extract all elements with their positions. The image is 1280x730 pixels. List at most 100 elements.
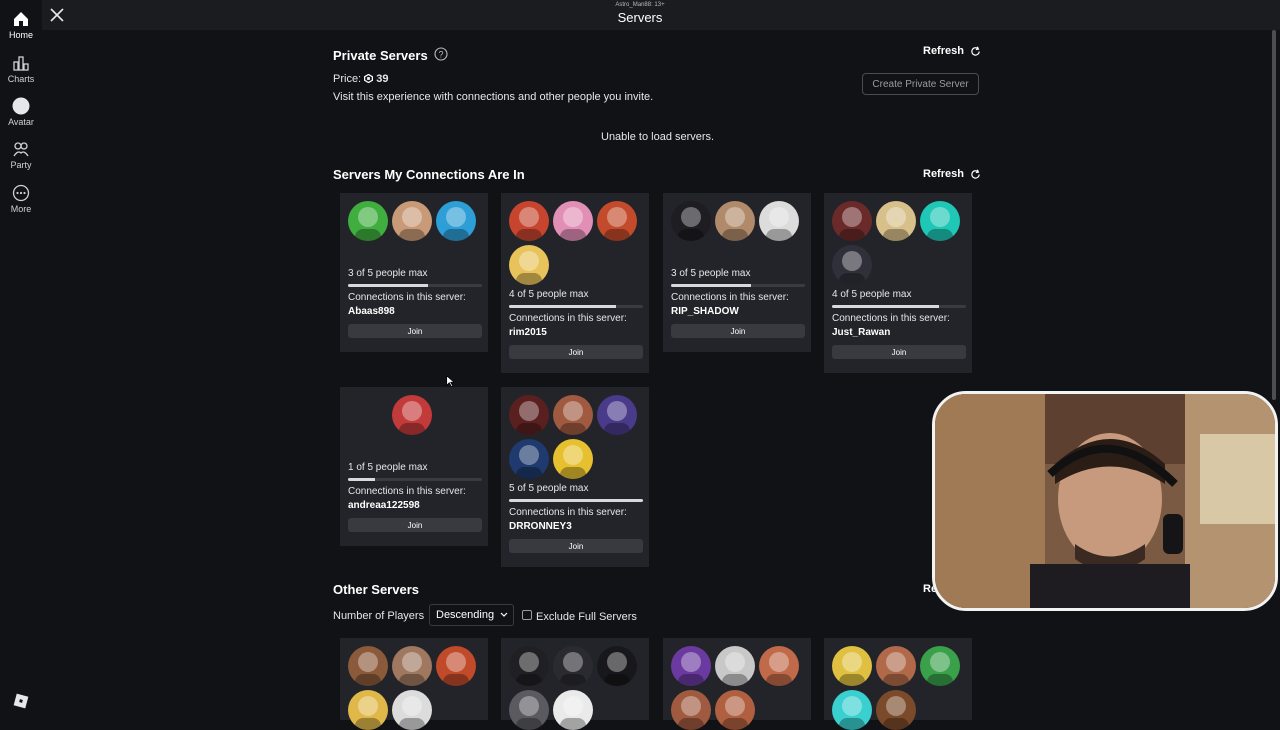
help-icon[interactable]: ?: [434, 47, 448, 61]
server-capacity: 4 of 5 people max: [509, 289, 589, 300]
player-avatar[interactable]: [671, 690, 711, 730]
player-avatar[interactable]: [597, 201, 637, 241]
player-avatar[interactable]: [671, 201, 711, 241]
sidebar-item-charts[interactable]: Charts: [0, 54, 42, 84]
player-avatar[interactable]: [920, 646, 960, 686]
player-avatar[interactable]: [392, 690, 432, 730]
player-avatar[interactable]: [509, 439, 549, 479]
connections-label: Connections in this server:: [509, 507, 627, 518]
join-button[interactable]: Join: [832, 345, 966, 359]
player-avatar[interactable]: [920, 201, 960, 241]
servers-error-message: Unable to load servers.: [601, 131, 715, 143]
sidebar-item-label: Avatar: [8, 117, 34, 127]
price-row: Price: 39: [333, 73, 389, 85]
player-avatar[interactable]: [509, 690, 549, 730]
more-icon: [12, 184, 30, 202]
player-avatar[interactable]: [832, 690, 872, 730]
capacity-bar-fill: [348, 284, 429, 287]
player-avatar[interactable]: [715, 690, 755, 730]
webcam-overlay: [932, 391, 1278, 611]
server-capacity: 3 of 5 people max: [671, 268, 751, 279]
close-button[interactable]: [46, 4, 68, 26]
sidebar-item-home[interactable]: Home: [0, 10, 42, 40]
player-avatar[interactable]: [392, 646, 432, 686]
join-button[interactable]: Join: [509, 345, 643, 359]
connections-label: Connections in this server:: [509, 313, 627, 324]
sort-order-dropdown[interactable]: Descending: [429, 604, 514, 626]
player-avatar[interactable]: [597, 646, 637, 686]
player-avatar[interactable]: [436, 201, 476, 241]
player-avatar[interactable]: [553, 395, 593, 435]
player-avatar[interactable]: [553, 439, 593, 479]
connection-name[interactable]: Just_Rawan: [832, 327, 890, 338]
capacity-bar-fill: [509, 499, 643, 502]
sidebar-item-party[interactable]: Party: [0, 140, 42, 170]
connection-name[interactable]: rim2015: [509, 327, 547, 338]
refresh-label: Refresh: [923, 45, 964, 57]
player-avatar[interactable]: [509, 646, 549, 686]
player-avatar[interactable]: [671, 646, 711, 686]
capacity-bar: [348, 284, 482, 287]
other-server-card: [340, 638, 488, 730]
sidebar-item-more[interactable]: More: [0, 184, 42, 214]
scrollbar[interactable]: [1272, 30, 1278, 720]
player-avatar[interactable]: [509, 201, 549, 241]
charts-icon: [13, 56, 29, 71]
player-avatar[interactable]: [759, 646, 799, 686]
player-avatar[interactable]: [597, 395, 637, 435]
sidebar-item-avatar[interactable]: Avatar: [0, 97, 42, 127]
player-avatar[interactable]: [392, 395, 432, 435]
player-avatar[interactable]: [715, 646, 755, 686]
join-button[interactable]: Join: [348, 324, 482, 338]
player-avatar[interactable]: [436, 646, 476, 686]
refresh-icon: [971, 168, 980, 179]
connection-name[interactable]: DRRONNEY3: [509, 521, 572, 532]
capacity-bar: [671, 284, 805, 287]
player-avatar[interactable]: [715, 201, 755, 241]
player-avatar[interactable]: [509, 245, 549, 285]
refresh-label: Refresh: [923, 168, 964, 180]
connection-name[interactable]: RIP_SHADOW: [671, 306, 739, 317]
player-avatar[interactable]: [876, 646, 916, 686]
player-avatar[interactable]: [509, 395, 549, 435]
connection-server-card: 3 of 5 people max Connections in this ser…: [340, 193, 488, 352]
player-avatar[interactable]: [348, 646, 388, 686]
player-avatar[interactable]: [553, 646, 593, 686]
connection-name[interactable]: andreaa122598: [348, 500, 420, 511]
other-servers-title: Other Servers: [333, 582, 419, 597]
player-avatar[interactable]: [553, 201, 593, 241]
connection-name[interactable]: Abaas898: [348, 306, 395, 317]
scrollbar-thumb[interactable]: [1272, 30, 1276, 400]
player-avatar[interactable]: [392, 201, 432, 241]
sidebar-item-label: Home: [8, 30, 33, 40]
player-avatar[interactable]: [348, 201, 388, 241]
private-refresh-button[interactable]: Refresh: [923, 45, 981, 57]
player-avatar[interactable]: [832, 245, 872, 285]
connections-label: Connections in this server:: [671, 292, 789, 303]
players-sort-label: Number of Players: [333, 610, 425, 622]
price-label: Price:: [333, 73, 362, 85]
player-avatar[interactable]: [759, 201, 799, 241]
connections-refresh-button[interactable]: Refresh: [923, 168, 981, 180]
capacity-bar: [348, 478, 482, 481]
robux-icon: [364, 73, 374, 84]
player-avatar[interactable]: [832, 201, 872, 241]
player-avatar[interactable]: [876, 201, 916, 241]
capacity-bar: [832, 305, 966, 308]
server-capacity: 3 of 5 people max: [348, 268, 428, 279]
sidebar-item-label: Party: [10, 160, 32, 170]
player-avatar[interactable]: [832, 646, 872, 686]
connections-label: Connections in this server:: [348, 292, 466, 303]
player-avatar[interactable]: [348, 690, 388, 730]
create-private-server-button[interactable]: Create Private Server: [862, 73, 979, 95]
join-button[interactable]: Join: [509, 539, 643, 553]
page-title: Servers: [617, 10, 663, 25]
player-avatar[interactable]: [876, 690, 916, 730]
connections-servers-title: Servers My Connections Are In: [333, 167, 525, 182]
server-capacity: 5 of 5 people max: [509, 483, 589, 494]
player-avatar[interactable]: [553, 690, 593, 730]
join-button[interactable]: Join: [348, 518, 482, 532]
roblox-logo-button[interactable]: [0, 692, 42, 712]
exclude-full-servers-checkbox[interactable]: [522, 610, 532, 620]
join-button[interactable]: Join: [671, 324, 805, 338]
